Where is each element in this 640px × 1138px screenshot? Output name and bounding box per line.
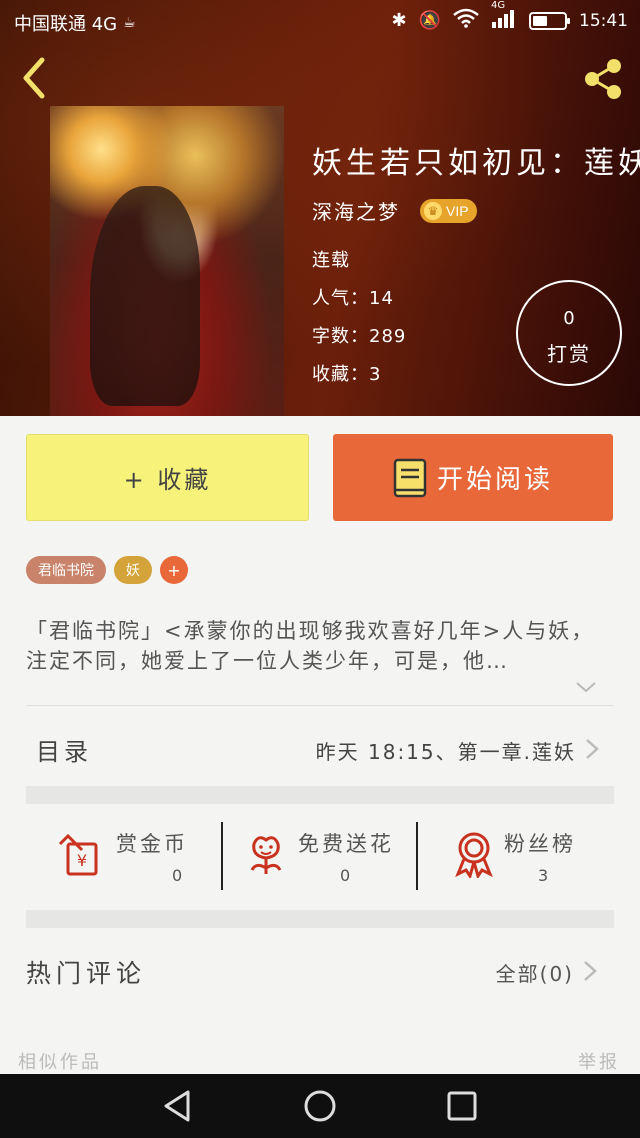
section-divider [26, 910, 614, 928]
latest-chapter: 昨天 18:15、第一章.莲妖 [315, 740, 576, 764]
nav-back-icon[interactable] [160, 1088, 196, 1124]
chevron-down-icon[interactable] [574, 678, 598, 696]
tag-item[interactable]: 君临书院 [26, 556, 106, 584]
tag-item[interactable]: 妖 [114, 556, 152, 584]
share-icon [585, 59, 621, 99]
hot-comments-label: 热门评论 [26, 959, 147, 988]
ribbon-medal-icon [455, 832, 493, 878]
start-reading-button[interactable]: 开始阅读 [333, 434, 613, 521]
carrier-label: 中国联通 4G [14, 14, 118, 35]
all-comments-link[interactable]: 全部(0) [496, 958, 574, 987]
add-to-collection-button[interactable]: + 收藏 [26, 434, 309, 521]
toc-label: 目录 [36, 738, 92, 766]
stat-value: 0 [340, 866, 351, 885]
vip-badge: ♛ VIP [420, 198, 477, 223]
cover-figure [90, 186, 200, 406]
collect-label: + 收藏 [123, 466, 212, 494]
share-button[interactable] [580, 56, 626, 102]
book-cover-image[interactable] [50, 106, 284, 416]
stat-label: 赏金币 [116, 832, 188, 856]
chevron-right-icon [584, 961, 597, 981]
book-icon [393, 458, 427, 497]
status-bar: 中国联通 4G ☕ ✱ 🔕 4G 15:41 [0, 0, 640, 42]
book-header: 中国联通 4G ☕ ✱ 🔕 4G 15:41 妖生若只如初见：莲妖 深海之梦 ♛… [0, 0, 640, 416]
chevron-right-icon [586, 739, 599, 759]
author-name[interactable]: 深海之梦 [312, 196, 400, 225]
clock: 15:41 [579, 10, 628, 31]
wifi-icon [453, 8, 479, 33]
author-row: 深海之梦 ♛ VIP [312, 196, 477, 225]
add-tag-button[interactable]: + [160, 556, 188, 584]
favorites-count: 收藏：3 [312, 364, 382, 385]
word-count: 字数：289 [312, 326, 407, 347]
battery-icon [529, 11, 570, 30]
back-arrow-icon [23, 57, 45, 99]
free-flower-item[interactable]: 免费送花 0 [242, 822, 422, 892]
book-synopsis[interactable]: 「君临书院」<承蒙你的出现够我欢喜好几年>人与妖，注定不同，她爱上了一位人类少年… [26, 616, 612, 676]
reward-coins-item[interactable]: ¥ 赏金币 0 [54, 822, 224, 892]
app-notification-icon: ☕ [123, 15, 136, 31]
stat-label: 免费送花 [298, 832, 394, 856]
reward-label: 打赏 [547, 342, 591, 366]
nav-home-icon[interactable] [302, 1088, 338, 1124]
stat-value: 0 [172, 866, 183, 885]
tag-list: 君临书院 妖 + [26, 556, 188, 584]
stats-row: ¥ 赏金币 0 免费送花 0 粉丝榜 3 [26, 822, 614, 892]
mute-icon: 🔕 [418, 10, 441, 31]
table-of-contents-row[interactable]: 目录 昨天 18:15、第一章.莲妖 [26, 706, 614, 788]
stat-value: 3 [538, 866, 549, 885]
popularity: 人气：14 [312, 288, 394, 309]
hot-comments-row[interactable]: 热门评论 全部(0) [26, 934, 614, 1004]
bluetooth-icon: ✱ [391, 10, 407, 31]
back-button[interactable] [14, 54, 54, 102]
crown-icon: ♛ [424, 201, 442, 220]
serial-status: 连载 [312, 250, 350, 271]
vertical-divider [221, 822, 223, 890]
stat-label: 粉丝榜 [504, 832, 576, 856]
network-type-label: 4G [491, 0, 506, 11]
reward-count: 0 [563, 308, 575, 329]
nav-recents-icon[interactable] [444, 1088, 480, 1124]
fan-ranking-item[interactable]: 粉丝榜 3 [450, 822, 614, 892]
system-nav-bar [0, 1074, 640, 1138]
svg-text:¥: ¥ [77, 851, 87, 870]
reward-button[interactable]: 0 打赏 [516, 280, 622, 386]
book-title: 妖生若只如初见：莲妖 [312, 146, 640, 181]
signal-icon: 4G [491, 0, 517, 33]
similar-works-link[interactable]: 相似作品 [18, 1048, 102, 1074]
section-divider [26, 786, 614, 804]
gold-coin-icon: ¥ [58, 833, 98, 876]
report-link[interactable]: 举报 [578, 1048, 620, 1074]
start-reading-label: 开始阅读 [436, 465, 553, 495]
flower-icon [250, 836, 282, 874]
vip-label: VIP [446, 202, 469, 219]
vertical-divider [416, 822, 418, 890]
